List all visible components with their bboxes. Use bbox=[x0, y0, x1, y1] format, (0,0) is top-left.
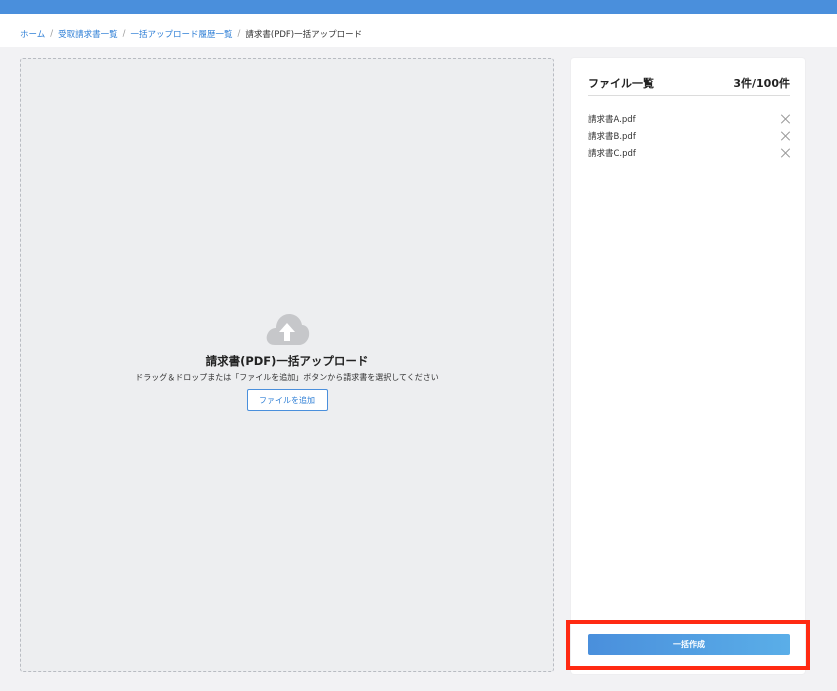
drop-zone-title: 請求書(PDF)一括アップロード bbox=[205, 354, 369, 368]
file-name: 請求書B.pdf bbox=[588, 131, 636, 142]
file-list: 請求書A.pdf 請求書B.pdf 請求書C.pdf bbox=[588, 110, 790, 161]
close-icon[interactable] bbox=[780, 131, 790, 141]
file-count: 3件/100件 bbox=[733, 76, 790, 90]
add-file-button[interactable]: ファイルを追加 bbox=[246, 389, 328, 411]
file-name: 請求書C.pdf bbox=[588, 148, 636, 159]
file-list-header: ファイル一覧 3件/100件 bbox=[588, 74, 790, 96]
drop-zone-content: 請求書(PDF)一括アップロード ドラッグ＆ドロップまたは「ファイルを追加」ボタ… bbox=[21, 309, 553, 411]
file-list-title: ファイル一覧 bbox=[588, 76, 654, 90]
file-name: 請求書A.pdf bbox=[588, 114, 636, 125]
list-item: 請求書B.pdf bbox=[588, 127, 790, 144]
breadcrumb-separator: / bbox=[50, 29, 54, 39]
breadcrumb-separator: / bbox=[237, 29, 241, 39]
close-icon[interactable] bbox=[780, 148, 790, 158]
breadcrumb-separator: / bbox=[122, 29, 126, 39]
breadcrumb-received-invoices[interactable]: 受取請求書一覧 bbox=[58, 28, 118, 40]
file-list-panel: ファイル一覧 3件/100件 請求書A.pdf 請求書B.pdf 請求書C.pd… bbox=[571, 58, 805, 674]
list-item: 請求書A.pdf bbox=[588, 110, 790, 127]
breadcrumb: ホーム / 受取請求書一覧 / 一括アップロード履歴一覧 / 請求書(PDF)一… bbox=[20, 27, 362, 41]
drop-zone-instructions: ドラッグ＆ドロップまたは「ファイルを追加」ボタンから請求書を選択してください bbox=[135, 373, 439, 382]
file-drop-zone[interactable]: 請求書(PDF)一括アップロード ドラッグ＆ドロップまたは「ファイルを追加」ボタ… bbox=[20, 58, 554, 672]
cloud-upload-icon bbox=[266, 314, 310, 345]
breadcrumb-home[interactable]: ホーム bbox=[20, 28, 45, 40]
breadcrumb-upload-history[interactable]: 一括アップロード履歴一覧 bbox=[131, 28, 233, 40]
close-icon[interactable] bbox=[780, 114, 790, 124]
breadcrumb-current: 請求書(PDF)一括アップロード bbox=[245, 30, 363, 40]
top-bar bbox=[0, 0, 837, 14]
list-item: 請求書C.pdf bbox=[588, 144, 790, 161]
highlight-annotation bbox=[566, 620, 810, 670]
